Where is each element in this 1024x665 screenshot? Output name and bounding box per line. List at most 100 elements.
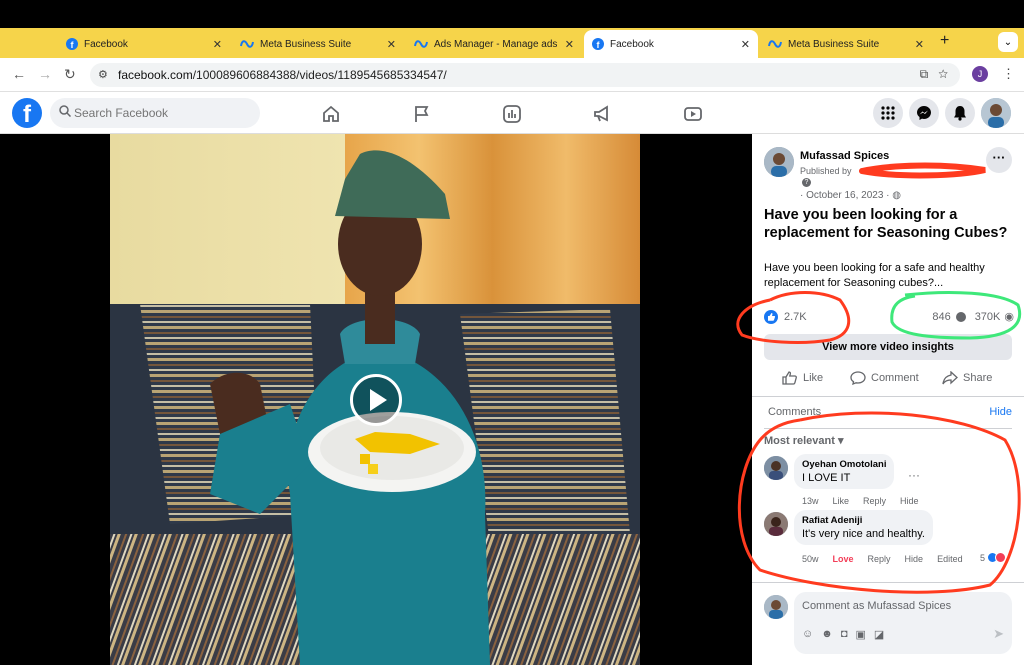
pages-flag-icon[interactable] <box>412 104 432 124</box>
reaction-count: 5 <box>980 552 986 563</box>
share-label: Share <box>963 372 993 384</box>
comment-reply-link[interactable]: Reply <box>868 554 891 564</box>
messenger-icon[interactable] <box>909 98 939 128</box>
thumbs-up-icon <box>782 371 797 385</box>
meta-icon <box>768 40 782 48</box>
like-label: Like <box>803 372 824 384</box>
facebook-icon: f <box>592 38 604 50</box>
close-icon[interactable]: ✕ <box>213 38 222 51</box>
tab-title: Ads Manager - Manage ads <box>434 38 558 50</box>
divider <box>764 428 1012 429</box>
back-icon[interactable]: ← <box>12 66 26 82</box>
tab-facebook-active[interactable]: f Facebook ✕ <box>584 30 758 58</box>
notifications-bell-icon[interactable] <box>945 98 975 128</box>
comment-author[interactable]: Oyehan Omotolani <box>802 459 886 470</box>
tab-title: Facebook <box>610 38 654 50</box>
bookmark-star-icon[interactable]: ☆ <box>938 67 948 81</box>
comment-author[interactable]: Rafiat Adeniji <box>802 515 925 526</box>
send-icon[interactable]: ➤ <box>993 626 1004 642</box>
page-name[interactable]: Mufassad Spices <box>800 150 889 162</box>
composer-tools: ☺ ☻ ◘ ▣ ◪ <box>802 628 884 641</box>
likes-value: 2.7K <box>784 311 807 323</box>
tab-title: Facebook <box>84 38 128 50</box>
browser-profile-avatar[interactable]: J <box>972 66 988 82</box>
like-reaction-icon <box>764 310 778 324</box>
view-insights-button[interactable]: View more video insights <box>764 334 1012 360</box>
address-bar: ← → ↻ ⚙ facebook.com/100089606884388/vid… <box>0 58 1024 92</box>
menu-grid-icon[interactable] <box>873 98 903 128</box>
comment-button[interactable]: Comment <box>850 371 919 385</box>
post-stats: 846 370K ◉ <box>932 310 1014 324</box>
meta-icon <box>240 40 254 48</box>
tab-facebook-1[interactable]: f Facebook ✕ <box>58 30 230 58</box>
url-field[interactable]: ⚙ facebook.com/100089606884388/videos/11… <box>90 63 960 87</box>
comments-heading: Comments <box>768 406 822 418</box>
watch-video-icon[interactable] <box>683 104 703 124</box>
comment-bubble: Oyehan Omotolani I LOVE IT <box>794 454 895 489</box>
post-detail-panel: Mufassad Spices Published by ? · October… <box>752 134 1024 665</box>
comment-love-link[interactable]: Love <box>833 554 854 564</box>
comment-input[interactable]: Comment as Mufassad Spices <box>802 600 951 612</box>
post-date[interactable]: · October 16, 2023 · ◍ <box>800 190 901 201</box>
insights-icon[interactable] <box>502 104 522 124</box>
more-options-button[interactable]: ··· <box>986 147 1012 173</box>
forward-icon[interactable]: → <box>38 66 52 82</box>
site-settings-icon[interactable]: ⚙ <box>98 68 108 81</box>
home-icon[interactable] <box>321 104 341 124</box>
sticker-icon[interactable]: ◪ <box>874 628 884 641</box>
ad-center-megaphone-icon[interactable] <box>592 104 612 124</box>
comment-bubble-icon <box>850 371 866 385</box>
gif-icon[interactable]: ▣ <box>855 628 865 641</box>
close-icon[interactable]: ✕ <box>565 38 574 51</box>
comment-age[interactable]: 50w <box>802 554 819 564</box>
eye-icon: ◉ <box>1004 311 1014 323</box>
page-avatar[interactable] <box>764 147 794 177</box>
close-icon[interactable]: ✕ <box>387 38 396 51</box>
comment-age[interactable]: 13w <box>802 496 819 506</box>
hide-comments-link[interactable]: Hide <box>989 406 1012 418</box>
close-icon[interactable]: ✕ <box>741 38 750 51</box>
likes-count[interactable]: 2.7K <box>764 310 807 324</box>
post-description[interactable]: Have you been looking for a safe and hea… <box>764 261 1014 291</box>
comment-like-link[interactable]: Like <box>833 496 850 506</box>
url-text: facebook.com/100089606884388/videos/1189… <box>118 68 447 82</box>
facebook-logo[interactable]: f <box>12 98 42 128</box>
tab-meta-business-2[interactable]: Meta Business Suite ✕ <box>760 30 932 58</box>
reload-icon[interactable]: ↻ <box>64 66 76 83</box>
url-domain: facebook.com <box>118 68 193 82</box>
share-button[interactable]: Share <box>942 371 992 385</box>
comment-reactions[interactable]: 5 <box>980 552 1007 563</box>
comment-meta: 13w Like Reply Hide <box>802 496 919 506</box>
comment-hide-link[interactable]: Hide <box>900 496 919 506</box>
install-app-icon[interactable]: ⧉ <box>920 67 929 81</box>
account-avatar[interactable] <box>981 98 1011 128</box>
like-button[interactable]: Like <box>782 371 823 385</box>
comment-sort-dropdown[interactable]: Most relevant ▾ <box>764 434 844 447</box>
play-button[interactable] <box>350 374 402 426</box>
search-input[interactable] <box>74 103 254 123</box>
share-arrow-icon <box>942 371 958 385</box>
emoji-icon[interactable]: ☻ <box>821 628 833 641</box>
browser-menu-icon[interactable]: ⋮ <box>1002 66 1015 82</box>
comment-hide-link[interactable]: Hide <box>905 554 924 564</box>
comment-composer[interactable]: Comment as Mufassad Spices ☺ ☻ ◘ ▣ ◪ ➤ <box>794 592 1012 654</box>
divider <box>752 582 1024 583</box>
commenter-avatar[interactable] <box>764 456 788 480</box>
comment-reply-link[interactable]: Reply <box>863 496 886 506</box>
tab-search-button[interactable]: ⌄ <box>998 32 1018 52</box>
comment-options-icon[interactable]: ··· <box>908 468 920 482</box>
close-icon[interactable]: ✕ <box>915 38 924 51</box>
avatar-sticker-icon[interactable]: ☺ <box>802 628 813 641</box>
camera-icon[interactable]: ◘ <box>841 628 848 641</box>
comment-bubble: Rafiat Adeniji It's very nice and health… <box>794 510 933 545</box>
tab-ads-manager[interactable]: Ads Manager - Manage ads ✕ <box>406 30 582 58</box>
composer-avatar[interactable] <box>764 595 788 619</box>
info-icon[interactable]: ? <box>802 178 811 187</box>
commenter-avatar[interactable] <box>764 512 788 536</box>
post-title: Have you been looking for a replacement … <box>764 207 1008 241</box>
tab-meta-business-1[interactable]: Meta Business Suite ✕ <box>232 30 404 58</box>
new-tab-button[interactable]: + <box>940 32 949 50</box>
comments-count[interactable]: 846 <box>932 311 950 323</box>
search-box[interactable] <box>50 98 260 128</box>
views-count: 370K <box>974 310 1001 323</box>
